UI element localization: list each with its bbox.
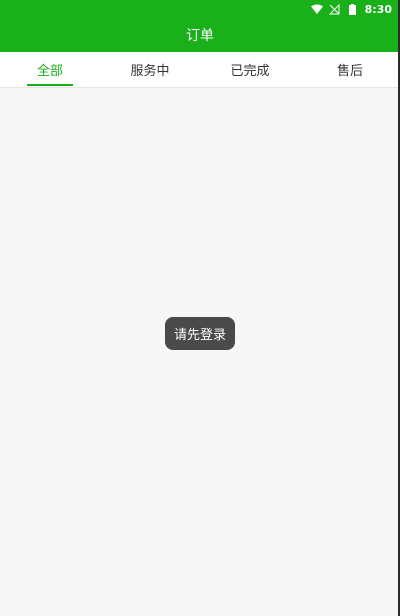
tab-after-sales-label: 售后: [336, 64, 363, 79]
app-bar: 订单: [0, 18, 400, 52]
page-title: 订单: [186, 28, 214, 44]
tab-completed[interactable]: 已完成: [200, 52, 300, 87]
tab-in-service-label: 服务中: [130, 64, 170, 79]
order-tabs: 全部 服务中 已完成 售后: [0, 52, 400, 88]
wifi-icon: [310, 3, 323, 15]
tab-in-service[interactable]: 服务中: [100, 52, 200, 87]
tab-completed-label: 已完成: [230, 64, 270, 79]
tab-all[interactable]: 全部: [0, 52, 100, 87]
toast-message: 请先登录: [173, 328, 226, 343]
order-list-area: [0, 88, 400, 616]
tab-after-sales[interactable]: 售后: [300, 52, 400, 87]
no-signal-icon: [329, 3, 341, 15]
tab-all-label: 全部: [36, 64, 63, 79]
battery-icon: [347, 3, 359, 15]
login-toast: 请先登录: [165, 317, 235, 350]
status-time: 8:30: [364, 2, 392, 16]
status-bar: 8:30: [0, 0, 400, 18]
